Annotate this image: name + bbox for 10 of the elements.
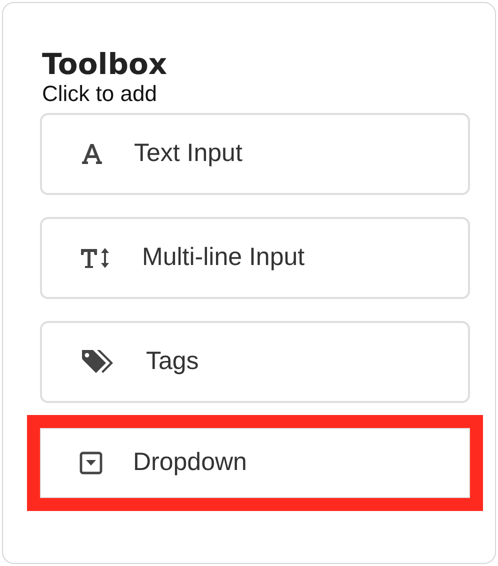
dropdown-icon (79, 451, 103, 475)
toolbox-subtitle: Click to add (42, 81, 157, 107)
toolbox-item-button[interactable]: Dropdown (40, 428, 470, 498)
letter-a-icon (80, 142, 104, 166)
toolbox-item-button[interactable]: Multi-line Input (40, 217, 470, 299)
tags-icon (80, 348, 116, 376)
text-height-icon (80, 246, 112, 270)
toolbox-title: Toolbox (42, 47, 168, 81)
toolbox-item-button[interactable]: Tags (40, 321, 470, 403)
toolbox-item-button[interactable]: Text Input (40, 113, 470, 195)
